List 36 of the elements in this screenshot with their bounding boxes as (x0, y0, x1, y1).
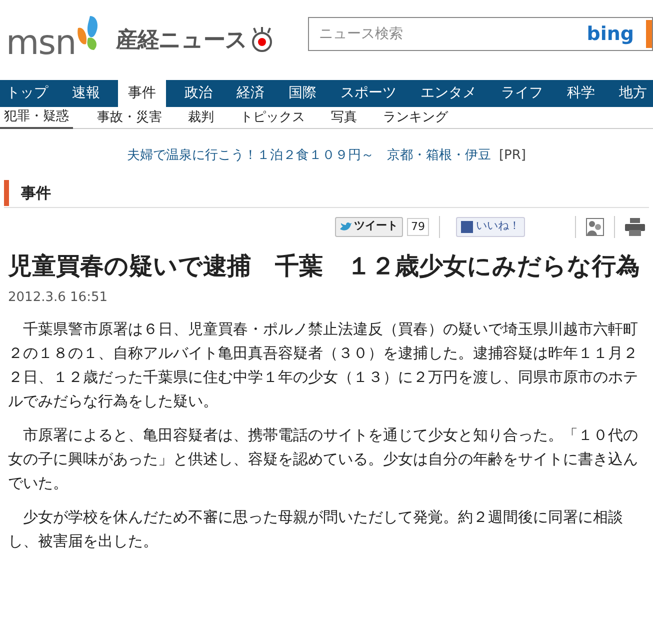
msn-logo: msn (6, 26, 76, 60)
nav-tab[interactable]: トップ (0, 80, 54, 107)
subnav-link[interactable]: 事故・災害 (95, 107, 164, 129)
printer-icon[interactable] (625, 218, 645, 236)
article-date: 2012.3.6 16:51 (8, 288, 108, 306)
people-icon[interactable] (586, 218, 604, 236)
nav-tab[interactable]: 経済 (230, 80, 270, 107)
nav-tab[interactable]: 国際 (282, 80, 322, 107)
bing-search-button[interactable]: bing (586, 20, 652, 48)
nav-tab[interactable]: ライフ (494, 80, 549, 107)
tweet-button[interactable]: ツイート (335, 216, 403, 236)
tweet-count: 79 (407, 218, 429, 236)
section-marker (4, 180, 9, 206)
nav-tab[interactable]: 政治 (178, 80, 218, 107)
nav-tab[interactable]: 速報 (66, 80, 106, 107)
subnav-link[interactable]: 写真 (329, 107, 359, 129)
nav-tab[interactable]: 事件 (118, 80, 166, 107)
bird-icon (340, 222, 352, 232)
subnav-link[interactable]: 犯罪・疑惑 (0, 107, 73, 129)
subnav-link[interactable]: ランキング (381, 107, 450, 129)
subnav-link[interactable]: 裁判 (186, 107, 216, 129)
article-paragraph: 少女が学校を休んだため不審に思った母親が問いただして発覚。約２週間後に同署に相談し、被害届を出した。 (8, 507, 624, 552)
nav-tab[interactable]: エンタメ (414, 80, 483, 107)
like-button[interactable]: いいね！ (456, 216, 525, 236)
subnav-link[interactable]: トピックス (238, 107, 307, 129)
nav-tab[interactable]: 地方 (612, 80, 653, 107)
article-headline: 児童買春の疑いで逮捕 千葉 １２歳少女にみだらな行為 (8, 250, 641, 282)
site-name: 産経ニュース (116, 26, 248, 54)
search-field[interactable]: ニュース検索 bing (308, 17, 653, 51)
ad-link[interactable]: 夫婦で温泉に行こう！１泊２食１０９円～ 京都・箱根・伊豆 (126, 146, 491, 166)
article-paragraph: 市原署によると、亀田容疑者は、携帯電話のサイトを通じて少女と知り合った。「１０代の女の子に興味があった」と供述し、容疑を認めている。少女は自分の年齢をサイトに書き込んでいた。 (8, 425, 639, 494)
pr-label: [PR] (498, 147, 526, 165)
nav-tab[interactable]: 科学 (560, 80, 601, 107)
article-paragraph: 千葉県警市原署は６日、児童買春・ポルノ禁止法違反（買春）の疑いで埼玉県川越市六軒町２の１８の１、自称アルバイト亀田真吾容疑者（３０）を逮捕した。逮捕容疑は昨年１１月２２日、１２歳だった千葉県に住む中学１年の少女（１３）に２万円を渡し、同県市原市のホテルでみだらな行為をした疑い。 (8, 319, 639, 412)
section-title: 事件 (21, 182, 51, 204)
nav-tab[interactable]: スポーツ (334, 80, 403, 107)
